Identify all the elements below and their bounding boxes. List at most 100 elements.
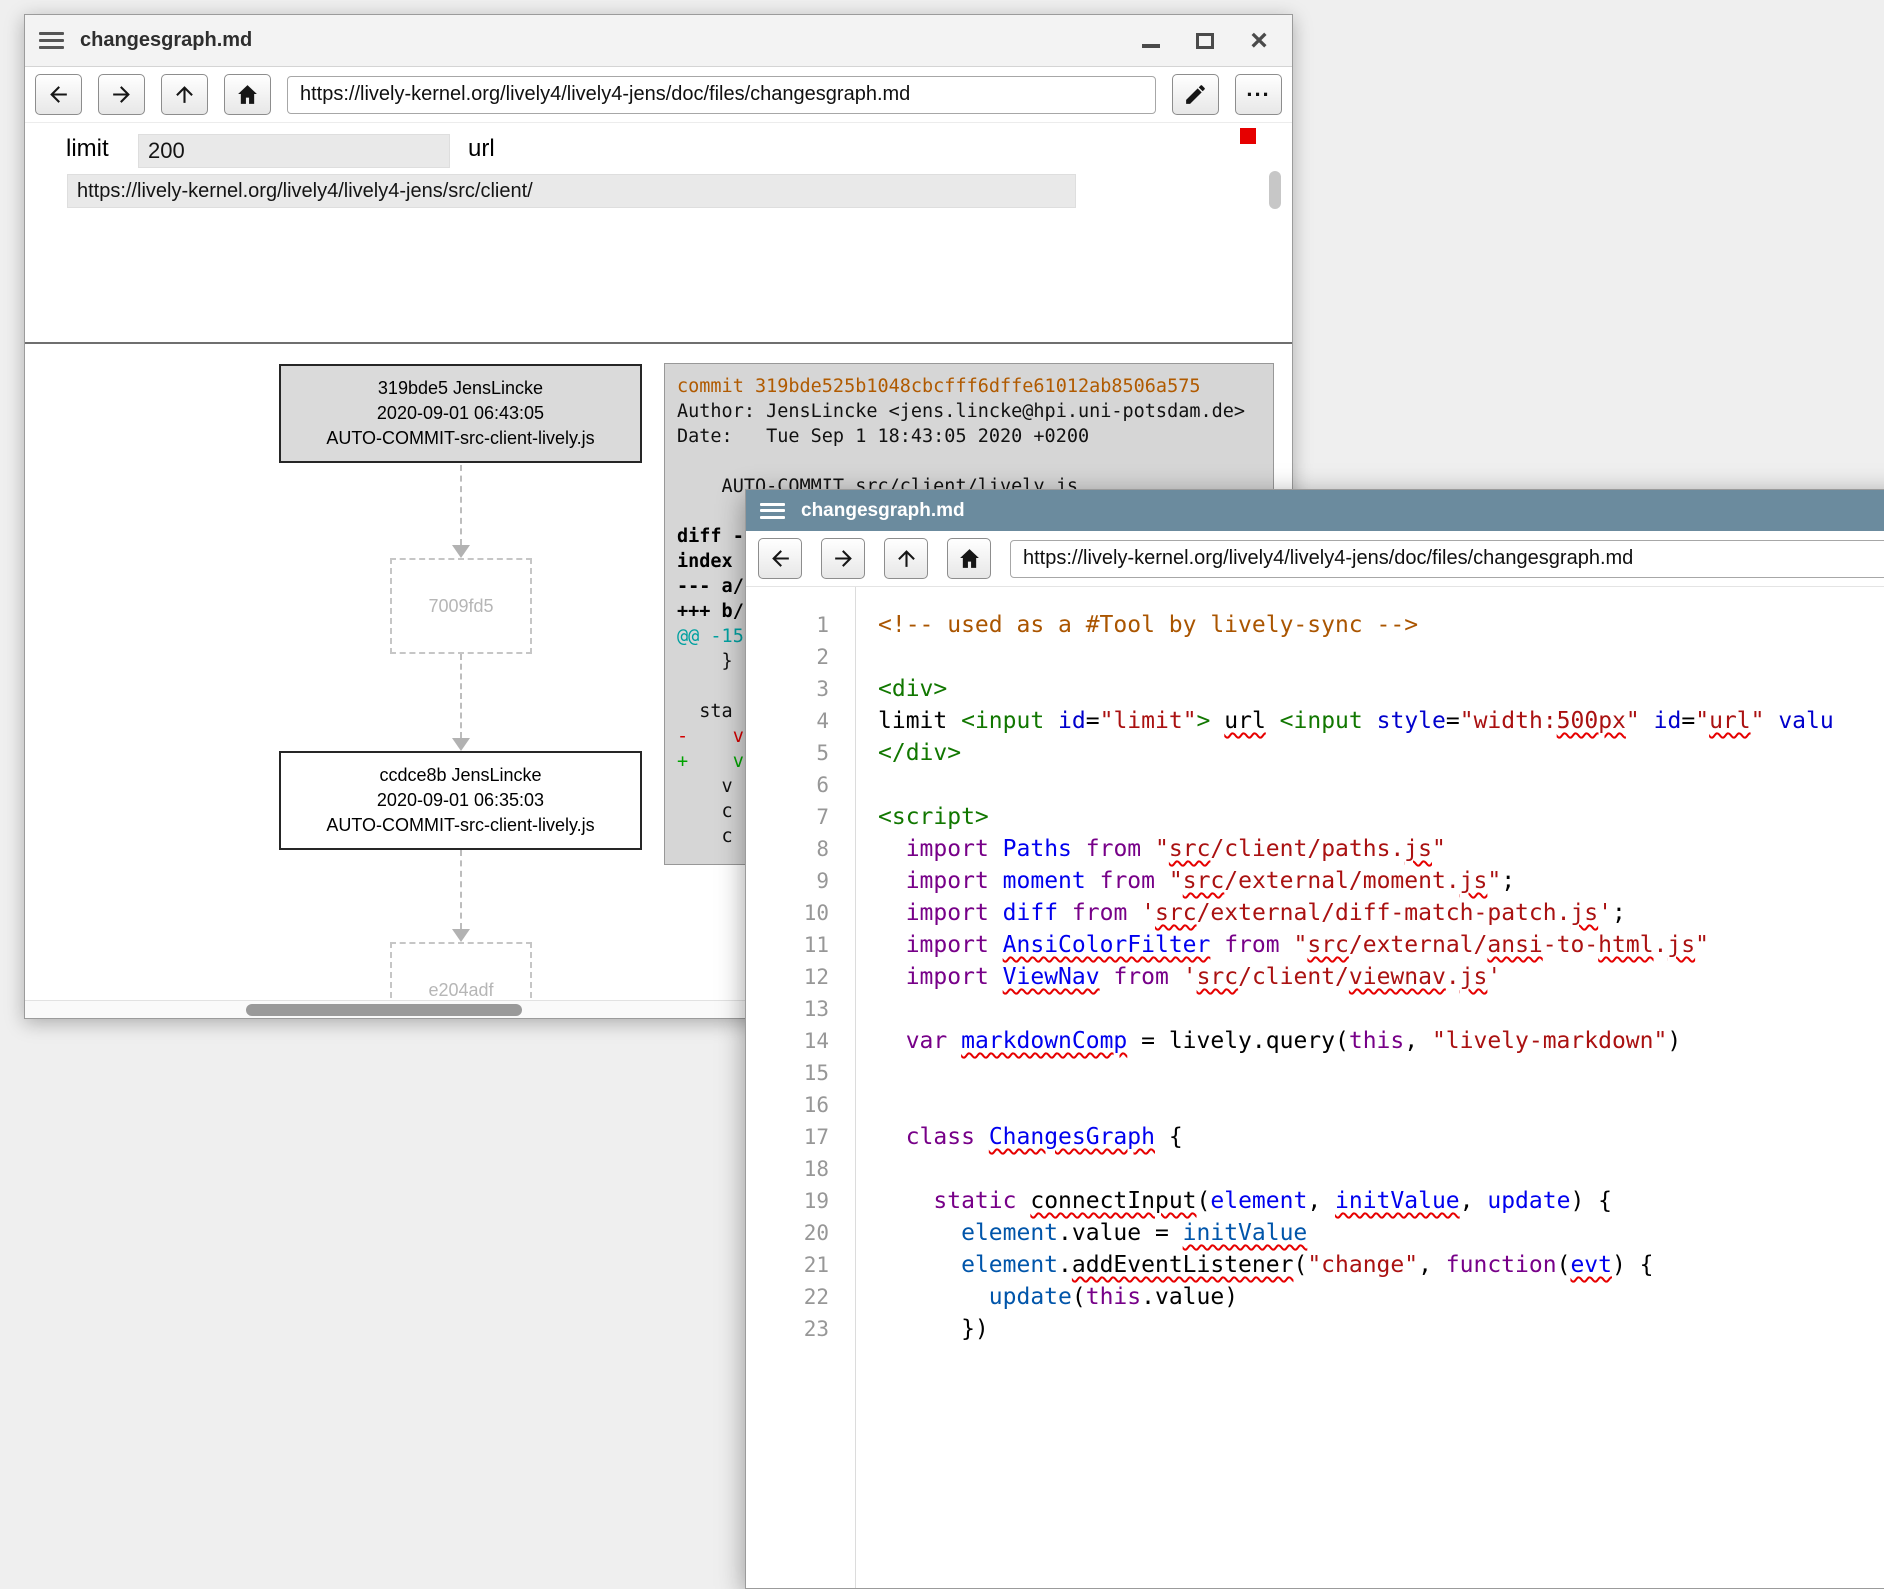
code-token: element bbox=[961, 1252, 1058, 1278]
code-line[interactable]: import moment from "src/external/moment.… bbox=[878, 865, 1884, 897]
code-token: moment bbox=[1003, 868, 1086, 894]
commit-stub-7009fd5[interactable]: 7009fd5 bbox=[390, 558, 532, 654]
limit-input[interactable] bbox=[138, 134, 450, 168]
close-button[interactable]: × bbox=[1246, 28, 1272, 54]
graph-edge bbox=[451, 465, 471, 558]
window-titlebar[interactable]: changesgraph.md × bbox=[25, 15, 1292, 67]
code-token: <!-- used as a #Tool by lively-sync --> bbox=[878, 612, 1418, 638]
code-line[interactable]: </div> bbox=[878, 737, 1884, 769]
address-input[interactable] bbox=[287, 76, 1156, 114]
code-token: static bbox=[933, 1188, 1016, 1214]
code-line[interactable]: limit <input id="limit"> url <input styl… bbox=[878, 705, 1884, 737]
commit-node-line: AUTO-COMMIT-src-client-lively.js bbox=[281, 813, 640, 838]
line-number: 21 bbox=[746, 1249, 829, 1281]
code-token: valu bbox=[1778, 708, 1833, 734]
code-token bbox=[878, 1220, 961, 1246]
up-button[interactable] bbox=[884, 538, 928, 579]
edit-button[interactable] bbox=[1172, 74, 1219, 115]
line-number: 12 bbox=[746, 961, 829, 993]
code-token: </div> bbox=[878, 740, 961, 766]
arrowhead-icon bbox=[452, 738, 470, 751]
window-menu-icon[interactable] bbox=[760, 503, 785, 519]
code-token bbox=[878, 1124, 906, 1150]
navigation-bar: ... bbox=[25, 67, 1292, 123]
code-line[interactable]: import AnsiColorFilter from "src/externa… bbox=[878, 929, 1884, 961]
window-titlebar[interactable]: changesgraph.md bbox=[746, 490, 1884, 531]
commit-node-319bde5[interactable]: 319bde5 JensLincke 2020-09-01 06:43:05 A… bbox=[279, 364, 642, 463]
back-button[interactable] bbox=[35, 74, 82, 115]
code-line[interactable] bbox=[878, 1089, 1884, 1121]
code-line[interactable] bbox=[878, 1153, 1884, 1185]
code-line[interactable]: var markdownComp = lively.query(this, "l… bbox=[878, 1025, 1884, 1057]
line-number: 7 bbox=[746, 801, 829, 833]
code-token: id bbox=[1654, 708, 1682, 734]
more-button[interactable]: ... bbox=[1235, 74, 1282, 115]
code-token bbox=[989, 868, 1003, 894]
up-button[interactable] bbox=[161, 74, 208, 115]
window-menu-icon[interactable] bbox=[39, 32, 64, 50]
code-token: id bbox=[1058, 708, 1086, 734]
line-number: 20 bbox=[746, 1217, 829, 1249]
code-token: import bbox=[906, 964, 989, 990]
code-line[interactable]: element.value = initValue bbox=[878, 1217, 1884, 1249]
code-token: ) { bbox=[1612, 1252, 1654, 1278]
code-token: " bbox=[1487, 868, 1501, 894]
code-token: update bbox=[1487, 1188, 1570, 1214]
code-token: function bbox=[1446, 1252, 1557, 1278]
line-number: 8 bbox=[746, 833, 829, 865]
code-token: , bbox=[1460, 1188, 1488, 1214]
code-token: ) bbox=[1667, 1028, 1681, 1054]
code-line[interactable]: import Paths from "src/client/paths.js" bbox=[878, 833, 1884, 865]
code-line[interactable]: element.addEventListener("change", funct… bbox=[878, 1249, 1884, 1281]
line-number: 13 bbox=[746, 993, 829, 1025]
code-line[interactable] bbox=[878, 1057, 1884, 1089]
address-input[interactable] bbox=[1010, 540, 1884, 578]
code-line[interactable]: <script> bbox=[878, 801, 1884, 833]
code-token bbox=[975, 1124, 989, 1150]
code-line[interactable]: }) bbox=[878, 1313, 1884, 1345]
commit-stub-e204adf[interactable]: e204adf bbox=[390, 942, 532, 1000]
code-line[interactable] bbox=[878, 641, 1884, 673]
code-token bbox=[878, 1028, 906, 1054]
code-line[interactable]: import diff from 'src/external/diff-matc… bbox=[878, 897, 1884, 929]
code-token: viewnav bbox=[1349, 964, 1446, 990]
code-token: }) bbox=[878, 1316, 989, 1342]
home-button[interactable] bbox=[947, 538, 991, 579]
code-line[interactable]: static connectInput(element, initValue, … bbox=[878, 1185, 1884, 1217]
commit-node-ccdce8b[interactable]: ccdce8b JensLincke 2020-09-01 06:35:03 A… bbox=[279, 751, 642, 850]
code-line[interactable]: import ViewNav from 'src/client/viewnav.… bbox=[878, 961, 1884, 993]
code-token: src bbox=[1183, 868, 1225, 894]
code-line[interactable]: class ChangesGraph { bbox=[878, 1121, 1884, 1153]
code-line[interactable] bbox=[878, 769, 1884, 801]
code-line[interactable]: update(this.value) bbox=[878, 1281, 1884, 1313]
code-content[interactable]: <!-- used as a #Tool by lively-sync --> <… bbox=[856, 587, 1884, 1588]
code-token: import bbox=[906, 836, 989, 862]
code-token bbox=[989, 900, 1003, 926]
code-token bbox=[989, 932, 1003, 958]
maximize-button[interactable] bbox=[1192, 28, 1218, 54]
url-label: url bbox=[468, 135, 495, 163]
code-token: <input bbox=[1280, 708, 1363, 734]
code-editor[interactable]: 1234567891011121314151617181920212223 <!… bbox=[746, 587, 1884, 1588]
forward-button[interactable] bbox=[821, 538, 865, 579]
code-token: js bbox=[1570, 900, 1598, 926]
code-token: style bbox=[1377, 708, 1446, 734]
forward-button[interactable] bbox=[98, 74, 145, 115]
code-token bbox=[1210, 708, 1224, 734]
code-line[interactable]: <!-- used as a #Tool by lively-sync --> bbox=[878, 609, 1884, 641]
line-number: 16 bbox=[746, 1089, 829, 1121]
line-number: 4 bbox=[746, 705, 829, 737]
vertical-scrollbar-thumb[interactable] bbox=[1269, 171, 1281, 209]
back-button[interactable] bbox=[758, 538, 802, 579]
code-token: html bbox=[1598, 932, 1653, 958]
url-input[interactable] bbox=[67, 174, 1076, 208]
line-number: 14 bbox=[746, 1025, 829, 1057]
code-token bbox=[989, 964, 1003, 990]
code-line[interactable] bbox=[878, 993, 1884, 1025]
home-button[interactable] bbox=[224, 74, 271, 115]
horizontal-scrollbar-thumb[interactable] bbox=[246, 1004, 522, 1016]
code-token: = bbox=[1681, 708, 1695, 734]
code-line[interactable]: <div> bbox=[878, 673, 1884, 705]
code-token: ' bbox=[1487, 964, 1501, 990]
minimize-button[interactable] bbox=[1138, 28, 1164, 54]
